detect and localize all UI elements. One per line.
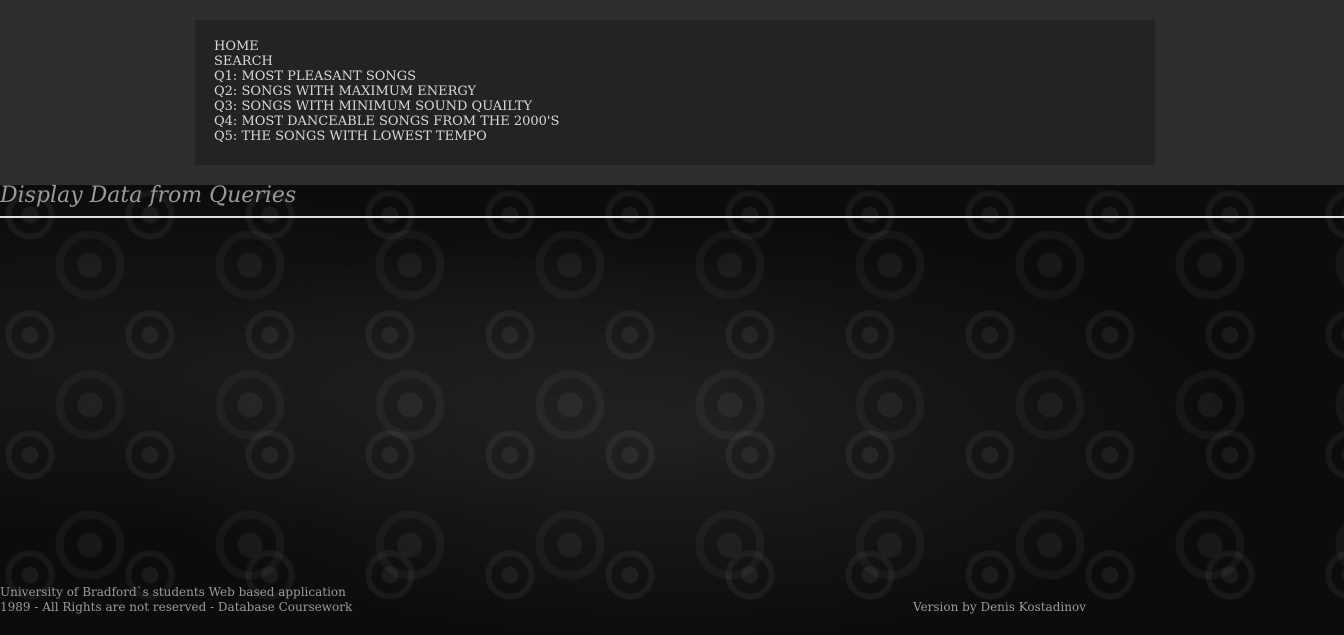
nav-item-q5[interactable]: Q5: THE SONGS WITH LOWEST TEMPO — [214, 129, 559, 144]
footer-version: Version by Denis Kostadinov — [913, 600, 1086, 614]
navigation-panel: HOME SEARCH Q1: MOST PLEASANT SONGS Q2: … — [195, 20, 1155, 165]
nav-item-q2[interactable]: Q2: SONGS WITH MAXIMUM ENERGY — [214, 84, 559, 99]
page-title: Display Data from Queries — [0, 183, 297, 208]
nav-item-q3[interactable]: Q3: SONGS WITH MINIMUM SOUND QUAILTY — [214, 99, 559, 114]
footer-line-2: 1989 - All Rights are not reserved - Dat… — [0, 600, 353, 614]
title-divider — [0, 216, 1344, 218]
footer-line-1: University of Bradford`s students Web ba… — [0, 585, 346, 599]
nav-item-home[interactable]: HOME — [214, 39, 559, 54]
footer-credits: University of Bradford`s students Web ba… — [0, 585, 352, 615]
nav-item-q1[interactable]: Q1: MOST PLEASANT SONGS — [214, 69, 559, 84]
nav-menu: HOME SEARCH Q1: MOST PLEASANT SONGS Q2: … — [214, 39, 559, 144]
ornamental-background — [0, 185, 1344, 635]
nav-item-search[interactable]: SEARCH — [214, 54, 559, 69]
nav-item-q4[interactable]: Q4: MOST DANCEABLE SONGS FROM THE 2000'S — [214, 114, 559, 129]
top-header: HOME SEARCH Q1: MOST PLEASANT SONGS Q2: … — [0, 0, 1344, 185]
